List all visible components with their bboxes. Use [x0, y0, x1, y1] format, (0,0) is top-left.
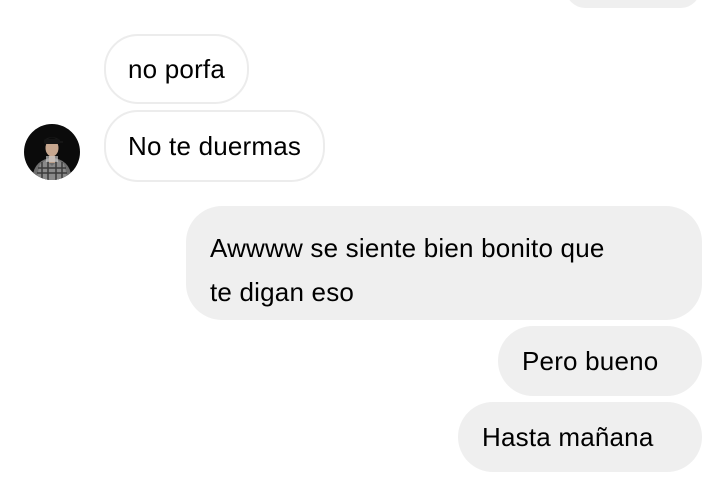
message-text-line: Awwww se siente bien bonito que	[210, 233, 605, 263]
profile-photo-icon	[24, 124, 80, 180]
message-text: Pero bueno	[522, 346, 659, 376]
message-text: no porfa	[128, 54, 226, 84]
message-bubble-incoming[interactable]: No te duermas	[104, 110, 326, 182]
message-bubble-incoming[interactable]: no porfa	[104, 34, 250, 104]
message-bubble-outgoing[interactable]: Awwww se siente bien bonito que te digan…	[186, 206, 702, 320]
previous-message-bubble[interactable]	[566, 0, 700, 8]
avatar[interactable]	[24, 124, 80, 180]
message-text: No te duermas	[128, 131, 302, 161]
message-bubble-outgoing[interactable]: Hasta mañana	[458, 402, 702, 472]
message-bubble-outgoing[interactable]: Pero bueno	[498, 326, 702, 396]
message-text: Hasta mañana	[482, 422, 654, 452]
message-text-line: te digan eso	[210, 277, 355, 307]
